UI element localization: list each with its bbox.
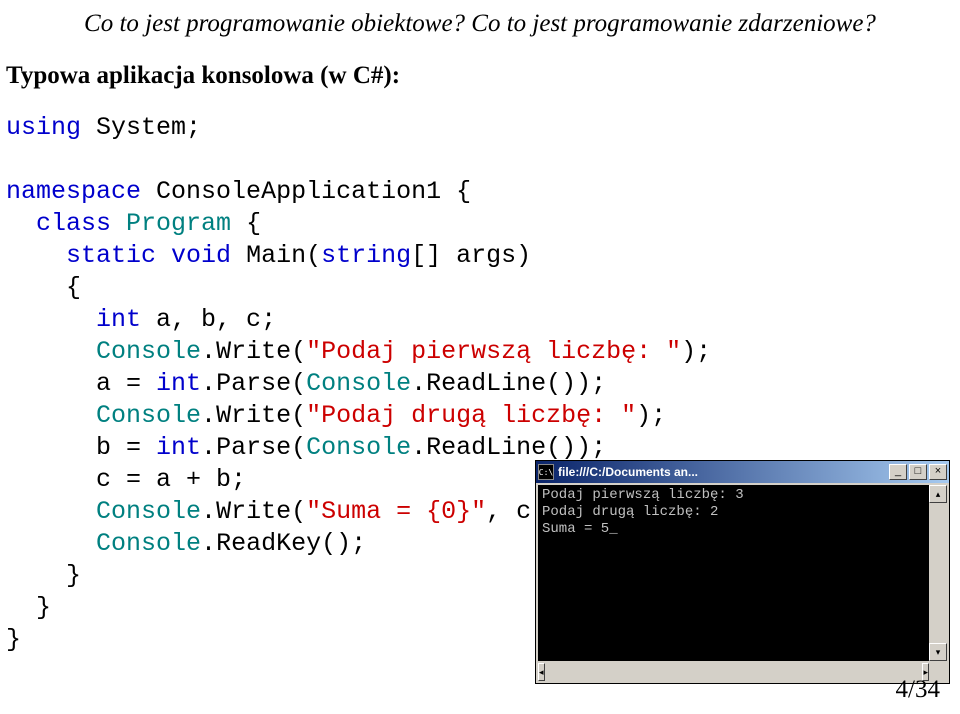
close-button[interactable]: × <box>929 464 947 480</box>
kw-class: class <box>36 209 111 238</box>
method: Write <box>216 497 291 526</box>
string-lit: "Podaj drugą liczbę: " <box>306 401 636 430</box>
method: Write <box>216 337 291 366</box>
console-output: Podaj pierwszą liczbę: 3 Podaj drugą lic… <box>538 485 929 661</box>
minimize-button[interactable]: _ <box>889 464 907 480</box>
kw-int: int <box>96 305 141 334</box>
identifier: System <box>96 113 186 142</box>
vertical-scrollbar[interactable]: ▴ ▾ <box>929 485 947 661</box>
kw-int: int <box>156 369 201 398</box>
page-title: Co to jest programowanie obiektowe? Co t… <box>0 0 960 62</box>
console-class: Console <box>96 529 201 558</box>
maximize-button[interactable]: □ <box>909 464 927 480</box>
scroll-track[interactable] <box>545 663 923 681</box>
kw-int: int <box>156 433 201 462</box>
class-name: Program <box>126 209 231 238</box>
param: args <box>456 241 516 270</box>
section-heading: Typowa aplikacja konsolowa (w C#): <box>0 62 960 112</box>
window-title: file:///C:/Documents an... <box>558 465 889 479</box>
kw-static: static <box>66 241 156 270</box>
kw-string: string <box>321 241 411 270</box>
string-lit: "Suma = {0}" <box>306 497 486 526</box>
title-bar[interactable]: C:\ file:///C:/Documents an... _ □ × <box>536 461 949 483</box>
vars: a, b, c <box>156 305 261 334</box>
kw-namespace: namespace <box>6 177 141 206</box>
kw-using: using <box>6 113 81 142</box>
horizontal-scrollbar[interactable]: ◂ ▸ <box>538 663 947 681</box>
method: Parse <box>216 433 291 462</box>
method: ReadKey <box>216 529 321 558</box>
method: Write <box>216 401 291 430</box>
scroll-track[interactable] <box>929 503 947 643</box>
string-lit: "Podaj pierwszą liczbę: " <box>306 337 681 366</box>
console-class: Console <box>96 337 201 366</box>
fn-name: Main <box>246 241 306 270</box>
scroll-up-icon[interactable]: ▴ <box>929 485 947 503</box>
method: ReadLine <box>426 369 546 398</box>
console-class: Console <box>306 433 411 462</box>
console-window: C:\ file:///C:/Documents an... _ □ × Pod… <box>535 460 950 684</box>
console-class: Console <box>306 369 411 398</box>
ns-name: ConsoleApplication1 <box>156 177 441 206</box>
method: Parse <box>216 369 291 398</box>
console-class: Console <box>96 401 201 430</box>
page-number: 4/34 <box>896 676 940 704</box>
kw-void: void <box>171 241 231 270</box>
app-icon: C:\ <box>538 464 554 480</box>
method: ReadLine <box>426 433 546 462</box>
console-class: Console <box>96 497 201 526</box>
scroll-down-icon[interactable]: ▾ <box>929 643 947 661</box>
